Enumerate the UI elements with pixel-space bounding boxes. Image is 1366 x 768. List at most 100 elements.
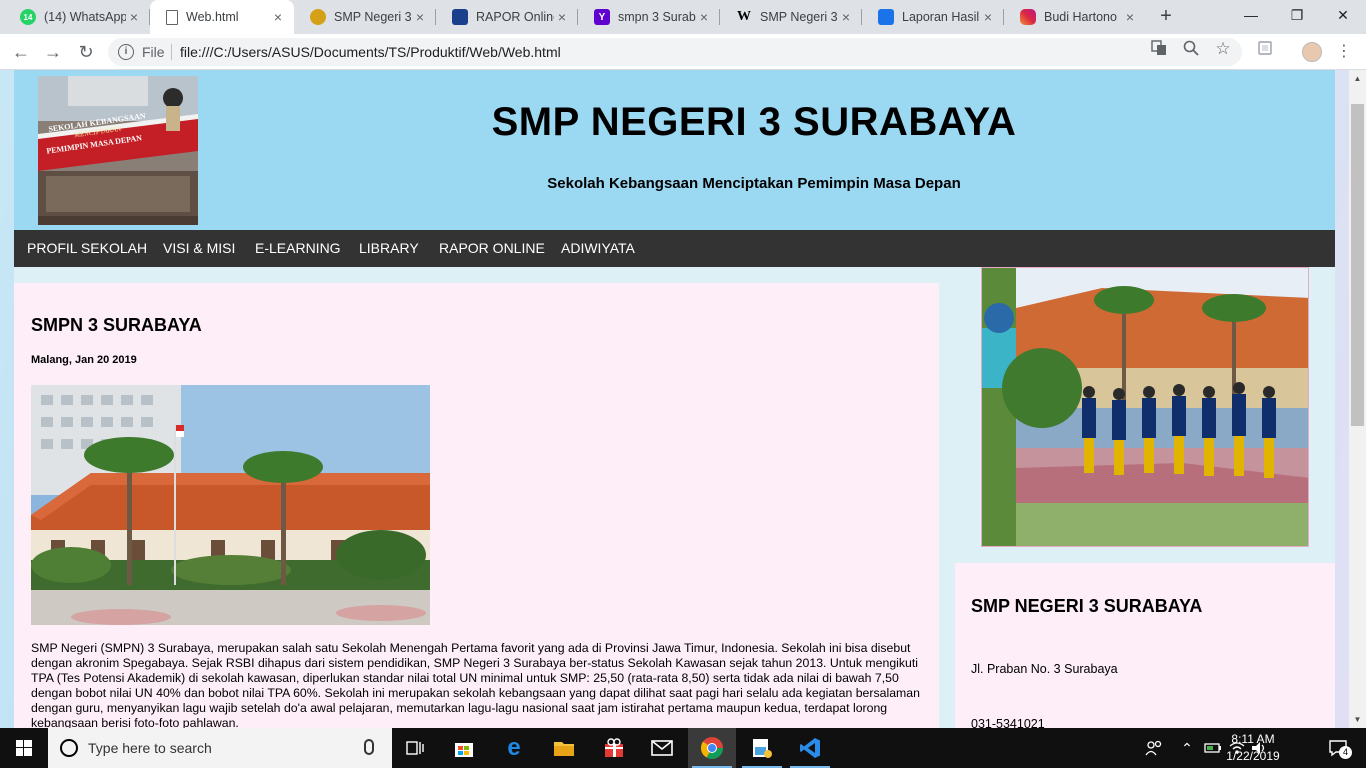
clock-date: 1/22/2019	[1226, 749, 1280, 763]
site-info-icon[interactable]: i	[118, 44, 134, 60]
gift-icon[interactable]	[590, 728, 638, 768]
tab-title: RAPOR Online	[476, 10, 554, 24]
nav-adiwiyata[interactable]: ADIWIYATA	[561, 230, 635, 267]
scroll-thumb[interactable]	[1351, 104, 1364, 426]
nav-e-learning[interactable]: E-LEARNING	[255, 230, 341, 267]
tab-close-icon[interactable]: ×	[270, 9, 286, 25]
edge-icon[interactable]: e	[490, 728, 538, 768]
clock-time: 8:11 AM	[1231, 732, 1275, 746]
forward-button[interactable]: →	[41, 40, 65, 64]
tab-title: SMP Negeri 3	[760, 10, 838, 24]
yahoo-icon: Y	[594, 9, 610, 25]
tab-close-icon[interactable]: ×	[980, 9, 996, 25]
site-tagline: Sekolah Kebangsaan Menciptakan Pemimpin …	[547, 175, 961, 192]
post-date: Malang, Jan 20 2019	[31, 354, 137, 366]
image-file-icon[interactable]	[738, 728, 786, 768]
tab-strip: 14 (14) WhatsApp × Web.html × SMP Negeri…	[0, 0, 1366, 34]
windows-start-icon[interactable]	[0, 728, 48, 768]
scroll-down-arrow-icon[interactable]: ▼	[1349, 711, 1366, 728]
taskbar-clock[interactable]: 8:11 AM 1/22/2019	[1218, 731, 1288, 765]
zoom-icon[interactable]	[1182, 40, 1200, 58]
tab-rapor-online[interactable]: RAPOR Online ×	[436, 0, 578, 34]
new-tab-button[interactable]: +	[1154, 4, 1178, 28]
minimize-button[interactable]: —	[1228, 0, 1274, 30]
taskbar-search-placeholder: Type here to search	[88, 740, 212, 756]
tab-close-icon[interactable]: ×	[838, 9, 854, 25]
contact-form-icon	[878, 9, 894, 25]
tab-close-icon[interactable]: ×	[1122, 9, 1138, 25]
page-scrollbar[interactable]: ▲ ▼	[1349, 70, 1366, 728]
document-icon	[166, 9, 178, 25]
close-window-button[interactable]: ✕	[1320, 0, 1366, 30]
website: SEKOLAH KEBANGSAAN MENCIPTAKAN PEMIMPIN …	[14, 70, 1335, 728]
tab-title: Laporan Hasil	[902, 10, 980, 24]
tab-smp-negeri-3[interactable]: SMP Negeri 3 ×	[294, 0, 436, 34]
file-explorer-icon[interactable]	[540, 728, 588, 768]
nav-visi-misi[interactable]: VISI & MISI	[163, 230, 235, 267]
tab-laporan-hasil[interactable]: Laporan Hasil ×	[862, 0, 1004, 34]
browser-menu-icon[interactable]: ⋮	[1334, 41, 1354, 63]
sidebar-title: SMP NEGERI 3 SURABAYA	[971, 596, 1203, 616]
scroll-up-arrow-icon[interactable]: ▲	[1349, 70, 1366, 87]
instagram-icon	[1020, 9, 1036, 25]
microphone-icon[interactable]	[364, 739, 374, 755]
site-header: SEKOLAH KEBANGSAAN MENCIPTAKAN PEMIMPIN …	[14, 70, 1335, 230]
tab-close-icon[interactable]: ×	[696, 9, 712, 25]
school-sign-photo: SEKOLAH KEBANGSAAN MENCIPTAKAN PEMIMPIN …	[38, 76, 198, 225]
main-navigation: PROFIL SEKOLAH VISI & MISI E-LEARNING LI…	[14, 230, 1335, 267]
people-icon[interactable]	[1140, 728, 1168, 768]
maximize-button[interactable]: ❐	[1274, 0, 1320, 30]
store-icon[interactable]	[440, 728, 488, 768]
sidebar-phone: 031-5341021	[971, 717, 1045, 728]
back-button[interactable]: ←	[9, 40, 33, 64]
show-hidden-icons-chevron-icon[interactable]: ⌃	[1176, 728, 1198, 768]
tab-close-icon[interactable]: ×	[554, 9, 570, 25]
address-bar[interactable]: i File file:///C:/Users/ASUS/Documents/T…	[108, 38, 1242, 66]
tab-close-icon[interactable]: ×	[126, 9, 142, 25]
nav-library[interactable]: LIBRARY	[359, 230, 419, 267]
address-url[interactable]: file:///C:/Users/ASUS/Documents/TS/Produ…	[180, 44, 561, 60]
rapor-logo-icon	[452, 9, 468, 25]
sidebar-contact-card: SMP NEGERI 3 SURABAYA Jl. Praban No. 3 S…	[955, 563, 1335, 728]
post-title: SMPN 3 SURABAYA	[31, 315, 202, 335]
tab-yahoo-search[interactable]: Y smpn 3 Suraba ×	[578, 0, 720, 34]
windows-taskbar: Type here to search e ⌃ 8:11 AM 1/22/201…	[0, 728, 1366, 768]
bookmark-star-icon[interactable]: ☆	[1214, 40, 1232, 58]
site-title: SMP NEGERI 3 SURABAYA	[491, 100, 1017, 144]
tab-title: (14) WhatsApp	[44, 10, 126, 24]
students-activity-photo	[981, 267, 1309, 547]
tab-close-icon[interactable]: ×	[412, 9, 428, 25]
tab-whatsapp[interactable]: 14 (14) WhatsApp ×	[4, 0, 150, 34]
action-center-icon[interactable]: 4	[1318, 728, 1358, 768]
tab-title: Web.html	[186, 10, 239, 24]
tab-title: smpn 3 Suraba	[618, 10, 696, 24]
tab-web-html[interactable]: Web.html ×	[150, 0, 294, 34]
school-emblem-icon	[310, 9, 326, 25]
extension-icon[interactable]	[1256, 40, 1274, 58]
task-view-icon[interactable]	[392, 728, 440, 768]
school-building-photo	[31, 385, 430, 625]
tab-instagram[interactable]: Budi Hartono ×	[1004, 0, 1146, 34]
main-article: SMPN 3 SURABAYA Malang, Jan 20 2019 SMP …	[14, 283, 939, 728]
vscode-icon[interactable]	[786, 728, 834, 768]
wikipedia-icon: W	[737, 9, 751, 24]
chrome-icon[interactable]	[688, 728, 736, 768]
sidebar-address: Jl. Praban No. 3 Surabaya	[971, 662, 1118, 676]
browser-toolbar: ← → ↻ i File file:///C:/Users/ASUS/Docum…	[0, 34, 1366, 70]
address-divider	[171, 44, 172, 60]
cortana-icon	[60, 739, 78, 757]
address-scheme: File	[142, 44, 165, 60]
whatsapp-icon: 14	[20, 9, 36, 25]
translate-icon[interactable]	[1150, 40, 1168, 58]
tab-title: Budi Hartono	[1044, 10, 1117, 24]
nav-profil-sekolah[interactable]: PROFIL SEKOLAH	[27, 230, 147, 267]
mail-icon[interactable]	[638, 728, 686, 768]
post-body: SMP Negeri (SMPN) 3 Surabaya, merupakan …	[31, 641, 920, 728]
profile-avatar[interactable]	[1302, 42, 1322, 62]
taskbar-search[interactable]: Type here to search	[48, 728, 392, 768]
nav-rapor-online[interactable]: RAPOR ONLINE	[439, 230, 545, 267]
notification-count-badge: 4	[1339, 746, 1352, 759]
reload-button[interactable]: ↻	[74, 40, 98, 64]
page-viewport: SEKOLAH KEBANGSAAN MENCIPTAKAN PEMIMPIN …	[0, 70, 1349, 728]
tab-wikipedia[interactable]: W SMP Negeri 3 ×	[720, 0, 862, 34]
